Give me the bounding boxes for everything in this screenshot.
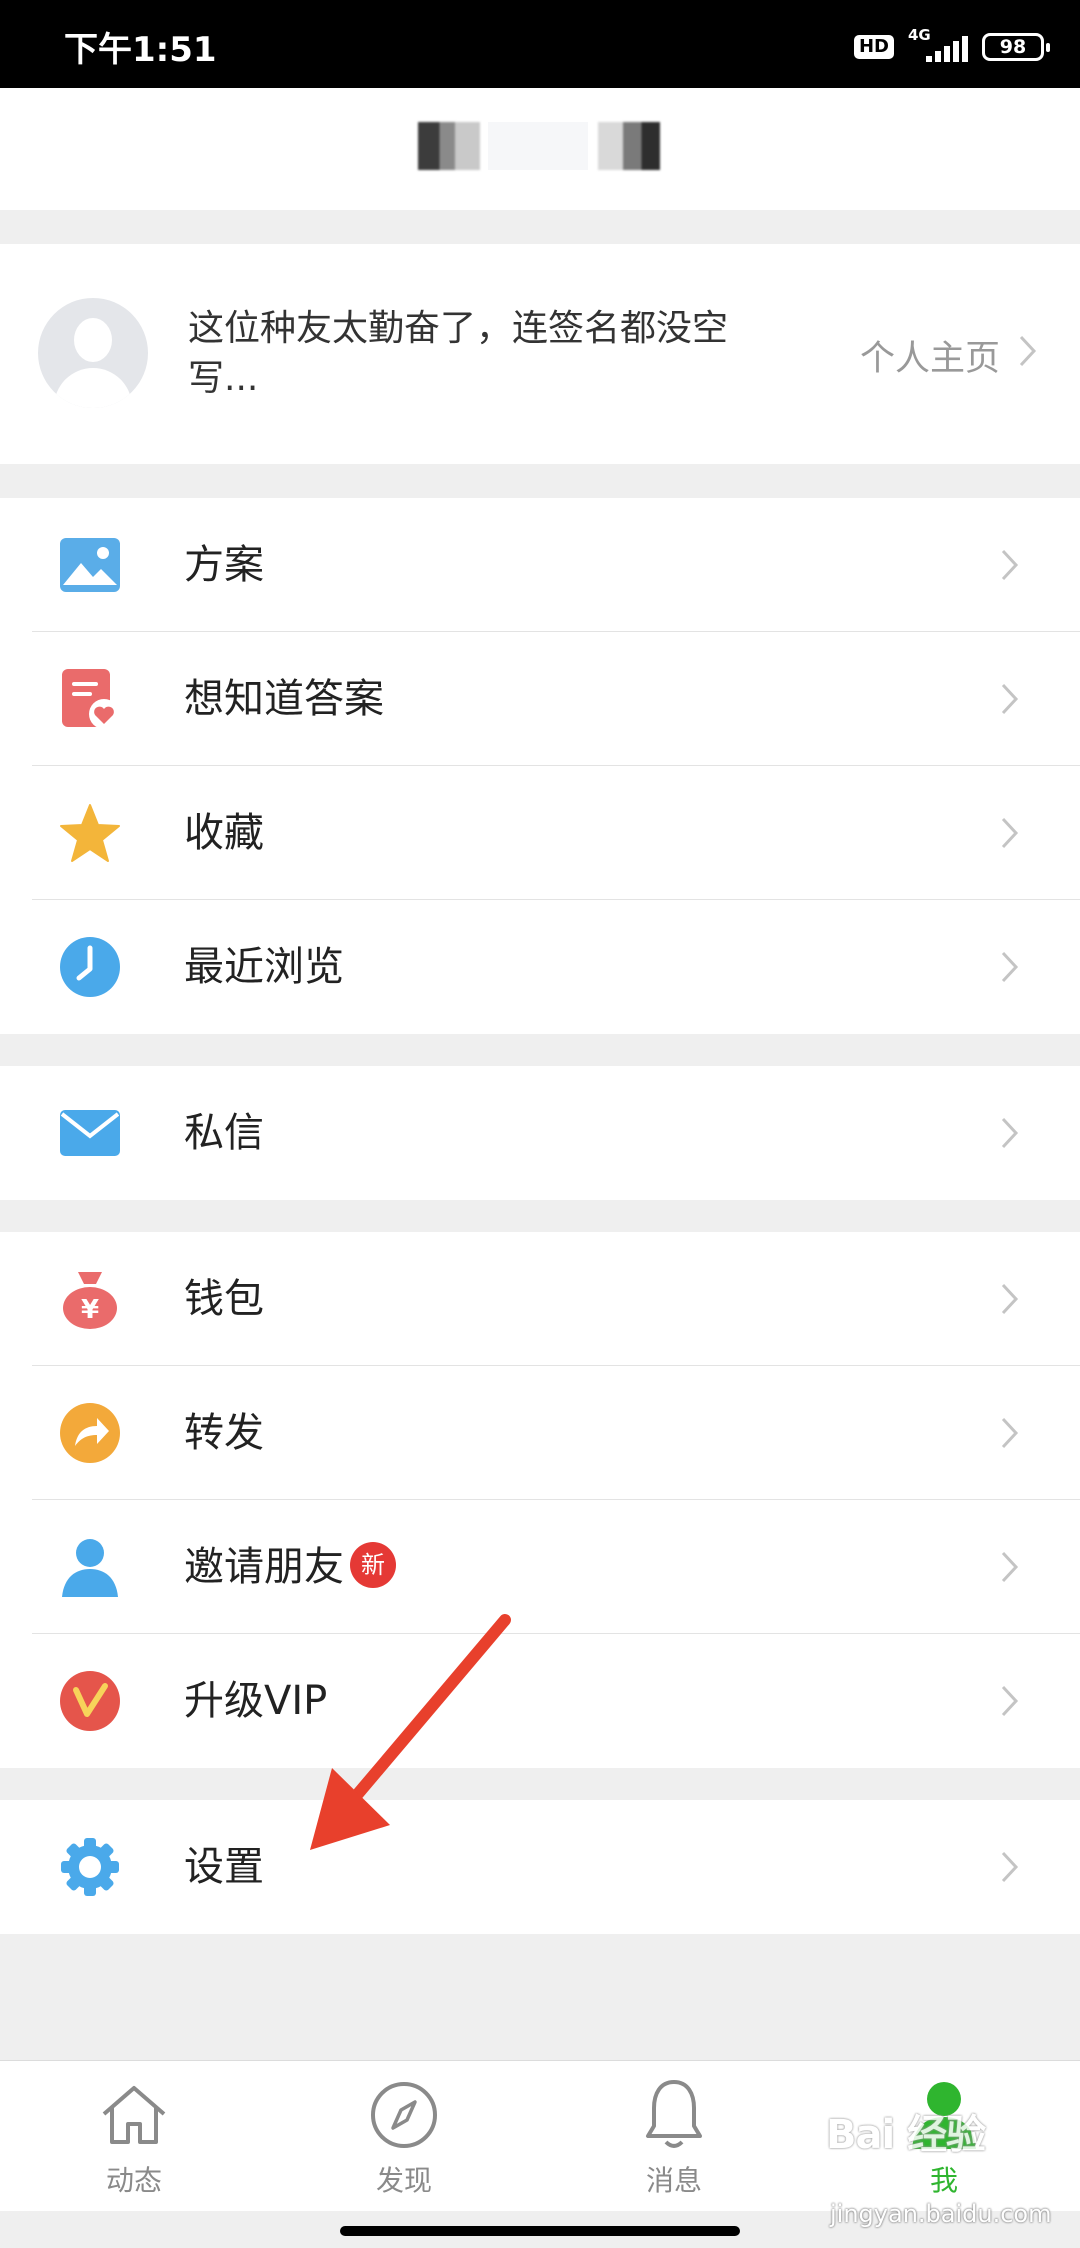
menu-group: 设置: [0, 1800, 1080, 1934]
tab-label: 动态: [105, 2164, 162, 2197]
profile-signature: 这位种友太勤奋了，连签名都没空写...: [188, 308, 729, 399]
chevron-right-icon: [1000, 816, 1034, 850]
tab-label: 发现: [375, 2164, 432, 2197]
new-badge: 新: [350, 1542, 396, 1588]
menu-item-label: 钱包: [184, 1276, 264, 1322]
menu-item-person[interactable]: 邀请朋友新: [0, 1500, 1080, 1634]
clock-icon: [58, 937, 122, 997]
share-arrow-icon: [58, 1403, 122, 1463]
watermark: Bai 经验: [826, 2112, 986, 2158]
vip-icon: [58, 1671, 122, 1731]
status-icons: HD 4G 98: [853, 26, 1050, 64]
tab-label: 我: [929, 2164, 958, 2197]
menu-item-label: 想知道答案: [184, 676, 384, 722]
compass-icon: [304, 2073, 504, 2157]
signal-icon: 4G: [908, 26, 968, 64]
menu-item-vip[interactable]: 升级VIP: [0, 1634, 1080, 1768]
tab-messages[interactable]: 消息: [574, 2073, 774, 2199]
image-icon: [58, 535, 122, 595]
username-pixelated: [598, 122, 660, 170]
menu-item-label: 最近浏览: [184, 944, 344, 990]
chevron-right-icon: [1000, 1116, 1034, 1150]
watermark-domain: jingyan.baidu.com: [830, 2200, 1052, 2228]
menu-item-label: 升级VIP: [184, 1678, 328, 1724]
home-icon: [34, 2073, 234, 2157]
title-bar: [0, 88, 1080, 210]
chevron-right-icon: [1000, 1282, 1034, 1316]
tab-feed[interactable]: 动态: [34, 2073, 234, 2199]
chevron-right-icon: [1018, 334, 1038, 377]
chevron-right-icon: [1000, 548, 1034, 582]
note-heart-icon: [58, 669, 122, 729]
homepage-link[interactable]: 个人主页: [860, 330, 1038, 381]
home-indicator[interactable]: [340, 2226, 740, 2236]
battery-level: 98: [999, 36, 1027, 58]
menu-item-clock[interactable]: 最近浏览: [0, 900, 1080, 1034]
chevron-right-icon: [1000, 950, 1034, 984]
status-time: 下午1:51: [64, 30, 217, 70]
menu-item-label: 私信: [184, 1110, 264, 1156]
svg-text:¥: ¥: [81, 1295, 99, 1325]
menu-item-label: 方案: [184, 542, 264, 588]
menu-item-share-arrow[interactable]: 转发: [0, 1366, 1080, 1500]
avatar[interactable]: [38, 298, 148, 408]
menu-item-label: 收藏: [184, 810, 264, 856]
menu-item-note-heart[interactable]: 想知道答案: [0, 632, 1080, 766]
username-pixelated: [488, 122, 588, 170]
menu-item-label: 邀请朋友新: [184, 1542, 396, 1592]
menu-item-money-bag[interactable]: ¥ 钱包: [0, 1232, 1080, 1366]
chevron-right-icon: [1000, 1684, 1034, 1718]
homepage-link-label: 个人主页: [859, 339, 1000, 379]
hd-icon: HD: [853, 35, 894, 59]
menu-item-label: 设置: [184, 1844, 264, 1890]
menu-group: 私信: [0, 1066, 1080, 1200]
envelope-icon: [58, 1103, 122, 1163]
tab-discover[interactable]: 发现: [304, 2073, 504, 2199]
menu-group: 方案想知道答案收藏最近浏览: [0, 498, 1080, 1034]
menu-item-label: 转发: [184, 1410, 264, 1456]
battery-icon: 98: [982, 33, 1050, 61]
bell-icon: [574, 2073, 774, 2157]
menu-item-gear[interactable]: 设置: [0, 1800, 1080, 1934]
menu-item-image[interactable]: 方案: [0, 498, 1080, 632]
menu-item-envelope[interactable]: 私信: [0, 1066, 1080, 1200]
chevron-right-icon: [1000, 1550, 1034, 1584]
username-pixelated: [418, 122, 480, 170]
chevron-right-icon: [1000, 1850, 1034, 1884]
status-bar: 下午1:51 HD 4G 98: [0, 0, 1080, 88]
menu-item-star[interactable]: 收藏: [0, 766, 1080, 900]
person-icon: [58, 1537, 122, 1597]
chevron-right-icon: [1000, 682, 1034, 716]
star-icon: [58, 803, 122, 863]
money-bag-icon: ¥: [58, 1269, 122, 1329]
chevron-right-icon: [1000, 1416, 1034, 1450]
menu-group: ¥ 钱包转发邀请朋友新升级VIP: [0, 1232, 1080, 1768]
gear-icon: [58, 1837, 122, 1897]
profile-card[interactable]: 这位种友太勤奋了，连签名都没空写... 个人主页: [0, 244, 1080, 464]
tab-label: 消息: [645, 2164, 702, 2197]
